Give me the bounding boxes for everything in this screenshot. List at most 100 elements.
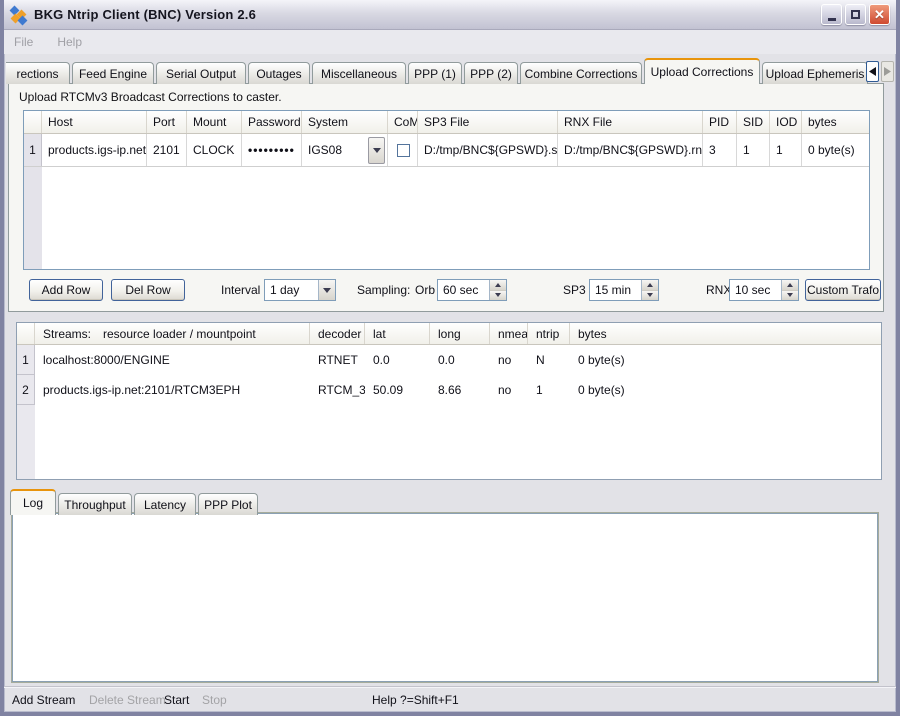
cell-host[interactable]: products.igs-ip.net xyxy=(42,134,147,166)
tab-throughput[interactable]: Throughput xyxy=(58,493,132,515)
cell-system-dropdown[interactable]: IGS08 xyxy=(302,134,388,166)
maximize-button[interactable] xyxy=(845,4,866,25)
upload-table: Host Port Mount Password System CoM SP3 … xyxy=(23,110,870,270)
cell-com xyxy=(388,134,418,166)
cell-lat: 50.09 xyxy=(365,375,430,405)
tab-ppp-1[interactable]: PPP (1) xyxy=(408,62,462,84)
header-gutter xyxy=(24,111,42,133)
cell-long: 0.0 xyxy=(430,345,490,375)
tab-ppp-2[interactable]: PPP (2) xyxy=(464,62,518,84)
tab-upload-corrections[interactable]: Upload Corrections xyxy=(644,58,760,84)
tab-corrections[interactable]: rections xyxy=(6,62,70,84)
cell-rnx-file[interactable]: D:/tmp/BNC${GPSWD}.rnx xyxy=(558,134,703,166)
cell-nmea: no xyxy=(490,375,528,405)
interval-select[interactable]: 1 day xyxy=(264,279,336,301)
cell-bytes: 0 byte(s) xyxy=(570,375,881,405)
tab-serial-output[interactable]: Serial Output xyxy=(156,62,246,84)
tab-ppp-plot[interactable]: PPP Plot xyxy=(198,493,258,515)
tab-upload-ephemeris[interactable]: Upload Ephemeris xyxy=(762,62,868,84)
title-bar: BKG Ntrip Client (BNC) Version 2.6 ✕ xyxy=(4,0,896,30)
cell-iod[interactable]: 1 xyxy=(770,134,802,166)
cell-sp3-file[interactable]: D:/tmp/BNC${GPSWD}.sp3 xyxy=(418,134,558,166)
status-bar: Add Stream Delete Stream Start Stop Help… xyxy=(4,686,896,712)
delete-stream-action: Delete Stream xyxy=(89,693,166,707)
cell-ntrip: 1 xyxy=(528,375,570,405)
arrow-up-icon xyxy=(647,283,653,287)
arrow-up-icon xyxy=(495,283,501,287)
tab-scroll-right-button[interactable] xyxy=(881,61,894,82)
cell-sid[interactable]: 1 xyxy=(737,134,770,166)
sp3-label: SP3 xyxy=(563,279,586,301)
tab-feed-engine[interactable]: Feed Engine xyxy=(72,62,154,84)
upload-table-header: Host Port Mount Password System CoM SP3 … xyxy=(24,111,869,134)
streams-table-header: Streams: resource loader / mountpoint de… xyxy=(17,323,881,345)
interval-dropdown-button[interactable] xyxy=(318,280,335,300)
rnx-sampling-spinner[interactable]: 10 sec xyxy=(729,279,799,301)
bottom-tab-bar: Log Throughput Latency PPP Plot xyxy=(10,489,260,515)
arrow-left-icon xyxy=(869,67,876,76)
interval-label: Interval xyxy=(221,279,260,301)
add-stream-action[interactable]: Add Stream xyxy=(12,693,75,707)
upload-table-row: 1 products.igs-ip.net 2101 CLOCK •••••••… xyxy=(24,134,869,167)
cell-pid[interactable]: 3 xyxy=(703,134,737,166)
streams-label: Streams: xyxy=(43,327,91,341)
arrow-up-icon xyxy=(787,283,793,287)
app-icon xyxy=(10,6,28,24)
orb-label: Orb xyxy=(415,279,435,301)
menu-bar: File Help xyxy=(4,30,896,54)
close-icon: ✕ xyxy=(874,8,885,21)
spin-down-button[interactable] xyxy=(782,291,798,301)
stop-action: Stop xyxy=(202,693,227,707)
cell-password[interactable]: ••••••••• xyxy=(242,134,302,166)
custom-trafo-button[interactable]: Custom Trafo xyxy=(805,279,881,301)
minimize-icon xyxy=(828,18,836,21)
sampling-label: Sampling: xyxy=(357,279,410,301)
help-hint: Help ?=Shift+F1 xyxy=(372,693,459,707)
cell-port[interactable]: 2101 xyxy=(147,134,187,166)
tab-latency[interactable]: Latency xyxy=(134,493,196,515)
cell-mountpoint: products.igs-ip.net:2101/RTCM3EPH xyxy=(35,375,310,405)
menu-help[interactable]: Help xyxy=(57,35,82,49)
close-button[interactable]: ✕ xyxy=(869,4,890,25)
spin-down-button[interactable] xyxy=(642,291,658,301)
start-action[interactable]: Start xyxy=(164,693,189,707)
cell-ntrip: N xyxy=(528,345,570,375)
del-row-button[interactable]: Del Row xyxy=(111,279,185,301)
stream-row[interactable]: 1 localhost:8000/ENGINE RTNET 0.0 0.0 no… xyxy=(17,345,881,375)
stream-row[interactable]: 2 products.igs-ip.net:2101/RTCM3EPH RTCM… xyxy=(17,375,881,405)
tab-scroll-left-button[interactable] xyxy=(866,61,879,82)
spin-up-button[interactable] xyxy=(490,280,506,291)
tab-log[interactable]: Log xyxy=(10,489,56,515)
upload-corrections-pane: Upload RTCMv3 Broadcast Corrections to c… xyxy=(8,83,884,312)
menu-file[interactable]: File xyxy=(14,35,33,49)
streams-table: Streams: resource loader / mountpoint de… xyxy=(16,322,882,480)
tab-combine-corrections[interactable]: Combine Corrections xyxy=(520,62,642,84)
rnx-label: RNX xyxy=(706,279,731,301)
arrow-down-icon xyxy=(495,293,501,297)
chevron-down-icon xyxy=(373,148,381,153)
tab-miscellaneous[interactable]: Miscellaneous xyxy=(312,62,406,84)
minimize-button[interactable] xyxy=(821,4,842,25)
row-number: 1 xyxy=(17,345,35,375)
app-window: BKG Ntrip Client (BNC) Version 2.6 ✕ Fil… xyxy=(0,0,900,716)
cell-lat: 0.0 xyxy=(365,345,430,375)
sp3-sampling-spinner[interactable]: 15 min xyxy=(589,279,659,301)
spin-up-button[interactable] xyxy=(782,280,798,291)
cell-decoder: RTNET xyxy=(310,345,365,375)
window-title: BKG Ntrip Client (BNC) Version 2.6 xyxy=(34,7,256,22)
spin-up-button[interactable] xyxy=(642,280,658,291)
cell-mountpoint: localhost:8000/ENGINE xyxy=(35,345,310,375)
row-number: 2 xyxy=(17,375,35,405)
row-number: 1 xyxy=(24,134,42,166)
system-dropdown-button[interactable] xyxy=(368,137,385,164)
cell-nmea: no xyxy=(490,345,528,375)
orb-sampling-spinner[interactable]: 60 sec xyxy=(437,279,507,301)
spin-down-button[interactable] xyxy=(490,291,506,301)
add-row-button[interactable]: Add Row xyxy=(29,279,103,301)
upload-table-empty-area xyxy=(24,167,869,269)
tab-outages[interactable]: Outages xyxy=(248,62,310,84)
com-checkbox[interactable] xyxy=(397,144,410,157)
arrow-down-icon xyxy=(647,293,653,297)
cell-mount[interactable]: CLOCK xyxy=(187,134,242,166)
maximize-icon xyxy=(851,10,860,19)
